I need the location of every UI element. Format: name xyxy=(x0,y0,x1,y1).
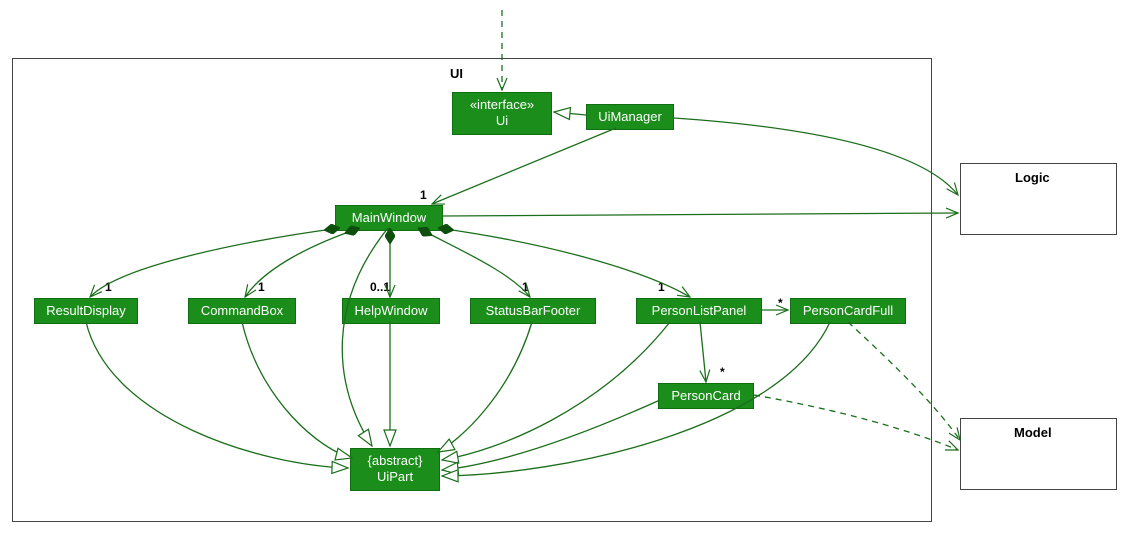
class-personlistpanel: PersonListPanel xyxy=(636,298,762,324)
class-uimanager: UiManager xyxy=(586,104,674,130)
class-uipart: {abstract} UiPart xyxy=(350,448,440,491)
mult-statusbarfooter: 1 xyxy=(522,280,529,294)
class-ui-interface: «interface» Ui xyxy=(452,92,552,135)
package-model-label: Model xyxy=(1014,425,1052,440)
class-personcard: PersonCard xyxy=(658,383,754,409)
class-name-personcardfull: PersonCardFull xyxy=(803,303,893,318)
class-name-ui: Ui xyxy=(496,113,508,128)
mult-helpwindow: 0..1 xyxy=(370,280,390,294)
mult-personlistpanel: 1 xyxy=(658,280,665,294)
class-name-resultdisplay: ResultDisplay xyxy=(46,303,125,318)
mult-mainwindow: 1 xyxy=(420,188,427,202)
package-ui-label: UI xyxy=(450,66,463,81)
class-mainwindow: MainWindow xyxy=(335,205,443,231)
class-name-statusbarfooter: StatusBarFooter xyxy=(486,303,581,318)
stereotype-interface: «interface» xyxy=(470,97,534,112)
stereotype-abstract: {abstract} xyxy=(368,453,423,468)
class-name-mainwindow: MainWindow xyxy=(352,210,426,225)
class-resultdisplay: ResultDisplay xyxy=(34,298,138,324)
mult-resultdisplay: 1 xyxy=(105,280,112,294)
mult-commandbox: 1 xyxy=(258,280,265,294)
class-statusbarfooter: StatusBarFooter xyxy=(470,298,596,324)
class-personcardfull: PersonCardFull xyxy=(790,298,906,324)
mult-personcardfull: * xyxy=(778,296,783,310)
class-name-commandbox: CommandBox xyxy=(201,303,283,318)
class-helpwindow: HelpWindow xyxy=(342,298,440,324)
class-commandbox: CommandBox xyxy=(188,298,296,324)
package-logic-label: Logic xyxy=(1015,170,1050,185)
class-name-uipart: UiPart xyxy=(377,469,413,484)
mult-personcard: * xyxy=(720,365,725,379)
class-name-helpwindow: HelpWindow xyxy=(355,303,428,318)
class-name-personcard: PersonCard xyxy=(671,388,740,403)
class-name-uimanager: UiManager xyxy=(598,109,662,124)
class-name-personlistpanel: PersonListPanel xyxy=(652,303,747,318)
